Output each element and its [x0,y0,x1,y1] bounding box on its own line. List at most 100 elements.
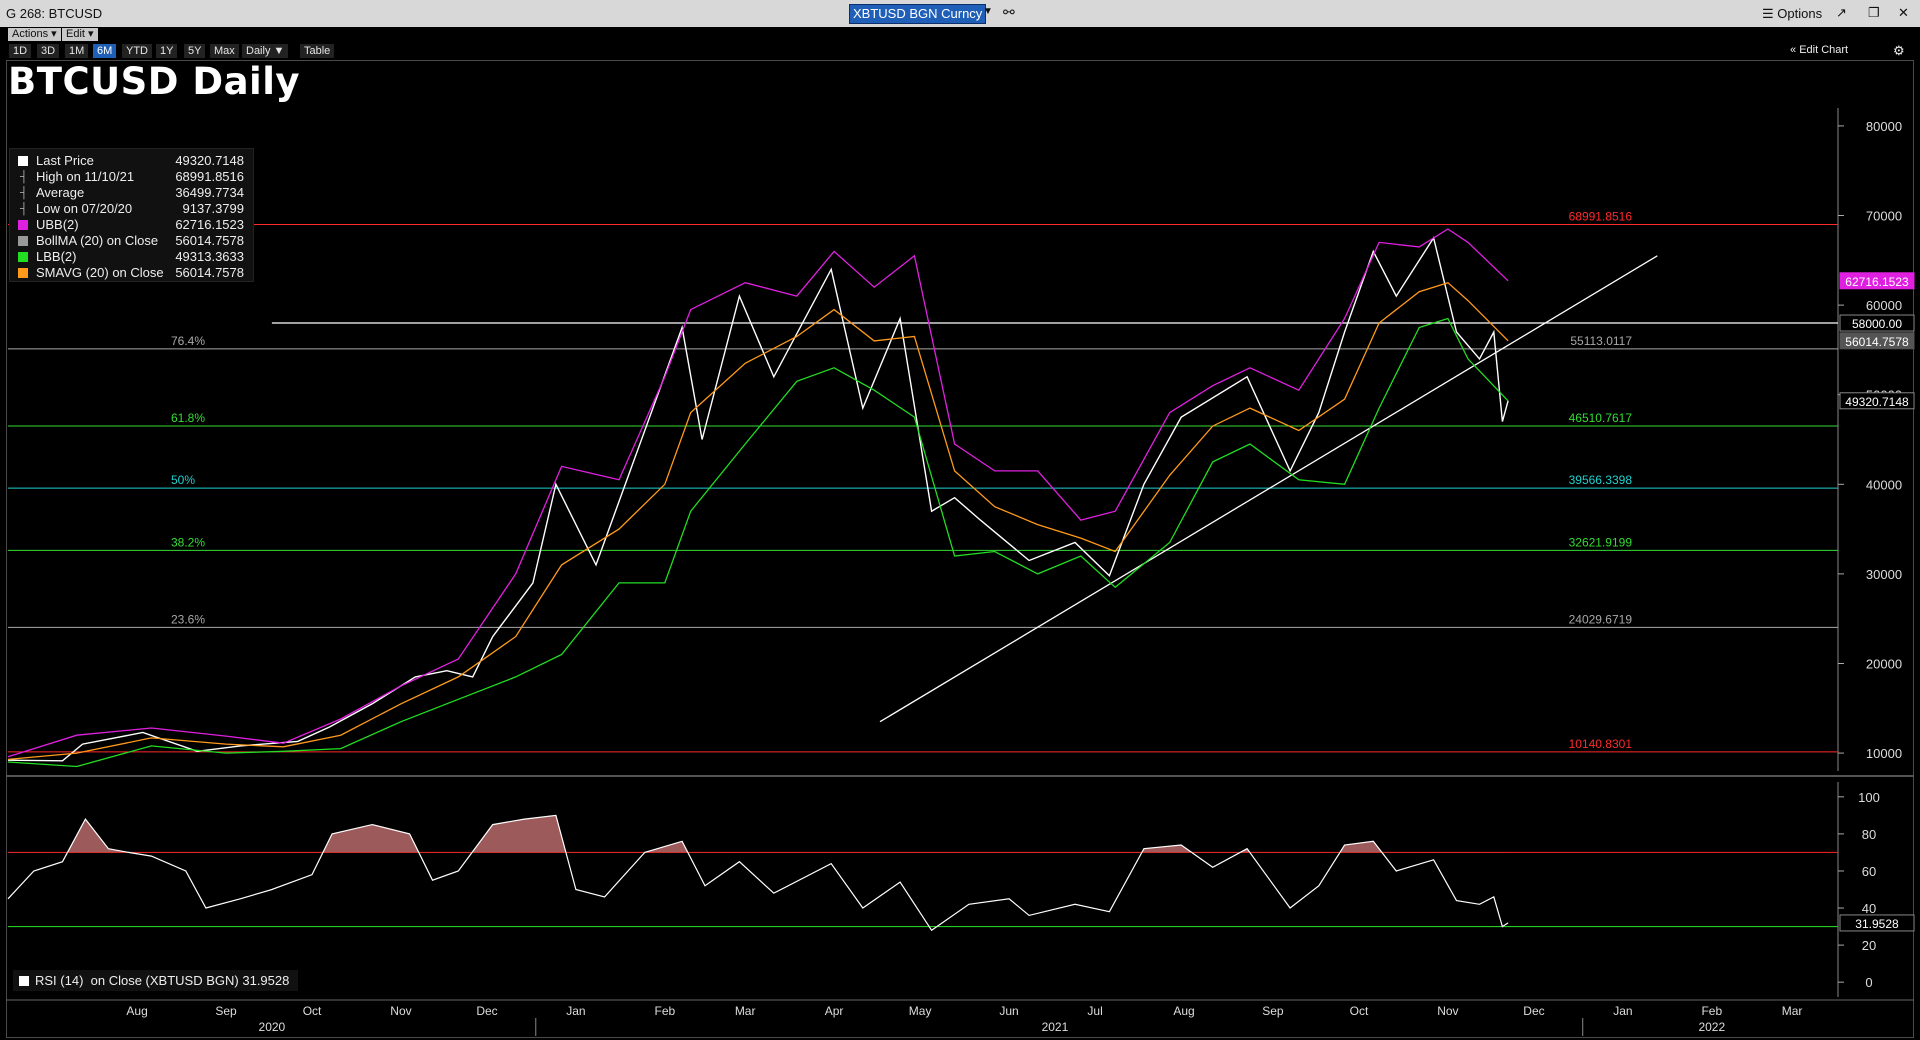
legend-label: Average [36,185,85,200]
legend-label: SMAVG (20) on Close [36,265,164,280]
month-tick-label: Sep [215,1004,237,1018]
legend-swatch [18,236,28,246]
year-label: 2021 [1042,1020,1069,1034]
rsi-value: 31.9528 [242,973,290,988]
rsi-extra: on Close (XBTUSD BGN) [90,973,239,988]
legend-marker-icon: ┤ [20,171,28,183]
month-tick-label: Jun [999,1004,1018,1018]
year-label: 2020 [259,1020,286,1034]
rsi-tick-label: 60 [1862,864,1876,879]
rsi-tick-label: 40 [1862,901,1876,916]
price-tag-label: 49320.7148 [1845,395,1909,409]
series-line-lbb-2 [7,317,1509,768]
fib-pct-label: 38.2% [171,535,205,549]
fib-value-label: 10140.8301 [1569,737,1633,751]
legend-value: 36499.7734 [175,185,244,200]
legend-marker-icon: ┤ [20,203,28,215]
chart-title: BTCUSD Daily [8,60,301,103]
month-tick-label: Sep [1262,1004,1284,1018]
fib-value-label: 39566.3398 [1569,473,1633,487]
legend-item[interactable]: ┤ High on 11/10/21 68991.8516 [14,169,250,185]
series-line-ubb-2 [7,228,1509,758]
month-tick-label: Jul [1087,1004,1102,1018]
month-tick-label: Feb [655,1004,676,1018]
legend-item[interactable]: LBB(2) 49313.3633 [14,249,250,265]
fib-value-label: 68991.8516 [1569,210,1633,224]
month-tick-label: Apr [825,1004,844,1018]
month-tick-label: Mar [1782,1004,1803,1018]
fib-pct-label: 76.4% [171,334,205,348]
month-tick-label: May [909,1004,932,1018]
fib-value-label: 46510.7617 [1569,411,1633,425]
price-tick-label: 70000 [1866,209,1902,224]
rsi-legend-swatch [19,976,29,986]
price-tag-label: 56014.7578 [1845,335,1909,349]
month-tick-label: Mar [735,1004,756,1018]
rsi-line [7,814,1509,932]
price-tick-label: 30000 [1866,567,1902,582]
legend-swatch [18,252,28,262]
fib-value-label: 24029.6719 [1569,612,1633,626]
legend-value: 62716.1523 [175,217,244,232]
rsi-legend: RSI (14) on Close (XBTUSD BGN) 31.9528 [13,970,298,991]
rsi-tick-label: 20 [1862,938,1876,953]
legend-value: 56014.7578 [175,265,244,280]
month-tick-label: Nov [390,1004,411,1018]
price-panel: 1000020000300004000050000600007000080000… [6,108,1915,777]
series-line-last-price [7,236,1509,762]
legend-item[interactable]: ┤ Low on 07/20/20 9137.3799 [14,201,250,217]
rsi-tick-label: 100 [1858,790,1880,805]
price-tick-label: 80000 [1866,119,1902,134]
month-tick-label: Aug [126,1004,147,1018]
series-line-smavg-20 [7,281,1509,761]
legend-label: LBB(2) [36,249,77,264]
price-tick-label: 60000 [1866,298,1902,313]
legend-item[interactable]: UBB(2) 62716.1523 [14,217,250,233]
time-axis: Aug Sep Oct Nov Dec Jan Feb Mar Apr May Jun Jul Aug S… [6,999,1914,1036]
rsi-panel: 0 20 40 60 80 100 31.9528 [7,782,1915,997]
legend-item[interactable]: SMAVG (20) on Close 56014.7578 [14,265,250,281]
month-tick-label: Aug [1173,1004,1194,1018]
legend-label: Last Price [36,153,94,168]
legend-item[interactable]: Last Price 49320.7148 [14,153,250,169]
legend-item[interactable]: BollMA (20) on Close 56014.7578 [14,233,250,249]
rsi-overbought-fill [8,815,1509,853]
fib-pct-label: 23.6% [171,612,205,626]
chart-canvas: 1000020000300004000050000600007000080000… [6,108,1915,1036]
legend-marker-icon: ┤ [20,187,28,199]
legend-label: Low on 07/20/20 [36,201,133,216]
year-label: 2022 [1698,1020,1725,1034]
legend-swatch [18,156,28,166]
legend-value: 49313.3633 [175,249,244,264]
month-tick-label: Dec [1523,1004,1544,1018]
price-tag-label: 58000.00 [1852,317,1902,331]
legend-value: 9137.3799 [182,201,244,216]
month-tick-label: Nov [1437,1004,1458,1018]
price-tag-label: 62716.1523 [1845,275,1909,289]
month-tick-label: Oct [1350,1004,1369,1018]
month-tick-label: Oct [303,1004,322,1018]
legend-value: 56014.7578 [175,233,244,248]
fib-pct-label: 50% [171,473,195,487]
price-tick-label: 20000 [1866,656,1902,671]
legend-swatch [18,220,28,230]
legend-label: UBB(2) [36,217,79,232]
price-tick-label: 40000 [1866,477,1902,492]
legend-label: High on 11/10/21 [36,169,135,184]
month-tick-label: Feb [1701,1004,1722,1018]
legend-value: 68991.8516 [175,169,244,184]
legend-item[interactable]: ┤ Average 36499.7734 [14,185,250,201]
legend-label: BollMA (20) on Close [36,233,159,248]
rsi-tick-label: 80 [1862,827,1876,842]
month-tick-label: Dec [476,1004,497,1018]
price-tick-label: 10000 [1866,746,1902,761]
trend-line [879,255,1658,723]
rsi-value-tag-label: 31.9528 [1855,917,1899,931]
legend-swatch [18,268,28,278]
legend-box: Last Price 49320.7148 ┤ High on 11/10/21 689… [9,148,254,282]
fib-value-label: 32621.9199 [1569,535,1633,549]
month-tick-label: Jan [1613,1004,1632,1018]
legend-value: 49320.7148 [175,153,244,168]
rsi-label: RSI (14) [35,973,84,988]
fib-value-label: 55113.0117 [1570,334,1632,348]
